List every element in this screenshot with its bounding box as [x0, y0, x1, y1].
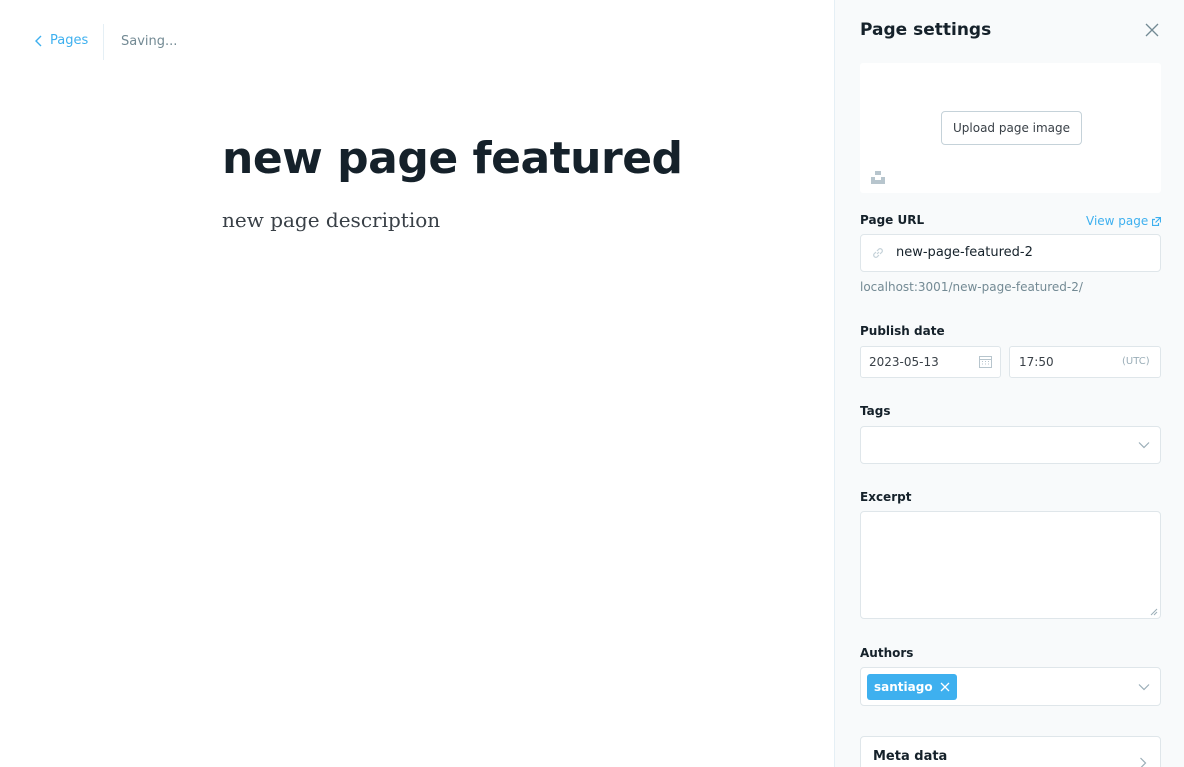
page-url-value: new-page-featured-2	[896, 245, 1033, 260]
page-url-preview: localhost:3001/new-page-featured-2/	[860, 280, 1083, 294]
close-settings-button[interactable]	[1145, 22, 1163, 40]
close-icon	[1145, 23, 1159, 37]
chevron-left-icon	[35, 35, 42, 46]
settings-header: Page settings	[860, 20, 992, 40]
topbar-divider	[103, 24, 104, 60]
page-url-input[interactable]: new-page-featured-2	[860, 234, 1161, 272]
unsplash-icon[interactable]	[870, 169, 886, 185]
author-name: santiago	[874, 680, 933, 694]
meta-data-section[interactable]: Meta data	[860, 736, 1161, 767]
link-icon	[873, 248, 883, 258]
tags-label: Tags	[860, 404, 891, 418]
authors-label: Authors	[860, 646, 914, 660]
excerpt-label: Excerpt	[860, 490, 912, 504]
author-chip: santiago	[867, 674, 957, 700]
page-settings-panel: Page settings Upload page image Page URL…	[834, 0, 1184, 767]
excerpt-textarea[interactable]	[860, 511, 1161, 619]
publish-date-input[interactable]: 2023-05-13	[860, 346, 1001, 378]
remove-icon[interactable]	[940, 682, 950, 692]
view-page-link[interactable]: View page	[1086, 214, 1162, 228]
page-title[interactable]: new page featured	[222, 133, 683, 184]
authors-input[interactable]: santiago	[860, 667, 1161, 706]
page-url-label: Page URL	[860, 213, 925, 227]
tags-input[interactable]	[860, 426, 1161, 464]
upload-image-button[interactable]: Upload page image	[941, 111, 1083, 145]
publish-time-value: 17:50	[1019, 355, 1054, 369]
back-link-label: Pages	[50, 33, 89, 48]
feature-image-dropzone[interactable]: Upload page image	[860, 63, 1161, 193]
chevron-down-icon	[1138, 442, 1150, 449]
page-body[interactable]: new page description	[222, 208, 440, 232]
publish-date-label: Publish date	[860, 324, 945, 338]
meta-data-label: Meta data	[873, 749, 948, 764]
chevron-down-icon	[1138, 684, 1150, 691]
resize-grip-icon[interactable]	[1150, 608, 1158, 616]
back-to-pages-link[interactable]: Pages	[34, 33, 88, 48]
timezone-label: (UTC)	[1122, 356, 1150, 367]
calendar-icon	[979, 356, 992, 368]
view-page-label: View page	[1086, 214, 1149, 228]
chevron-right-icon	[1140, 757, 1147, 767]
publish-time-input[interactable]: 17:50 (UTC)	[1009, 346, 1161, 378]
save-status: Saving...	[121, 34, 178, 49]
editor-topbar: Pages Saving...	[0, 0, 834, 84]
external-link-icon	[1152, 216, 1162, 226]
publish-date-value: 2023-05-13	[869, 355, 939, 369]
